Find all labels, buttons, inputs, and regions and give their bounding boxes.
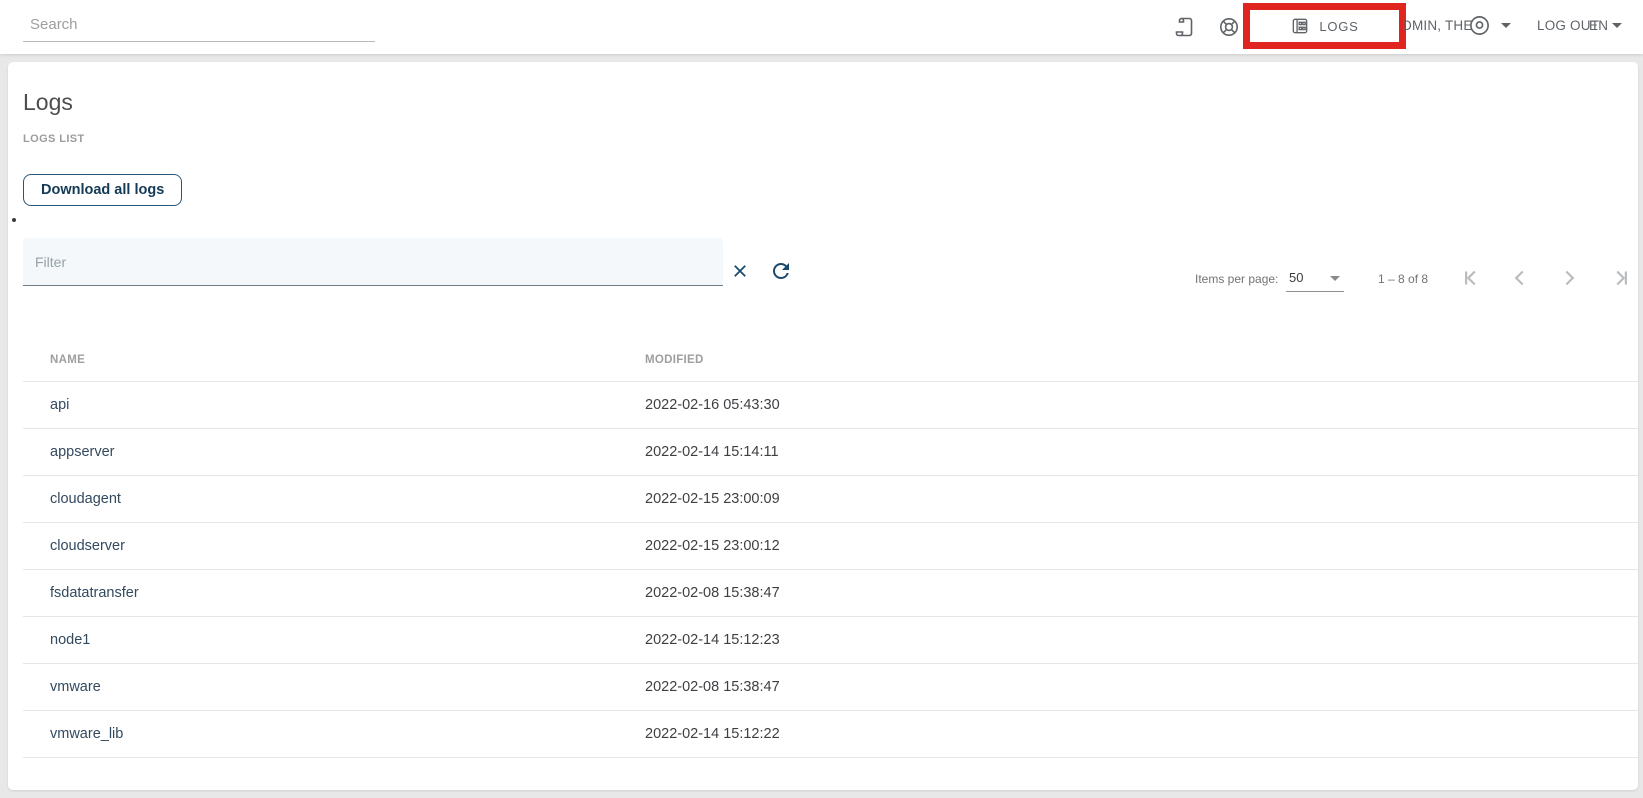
table-row[interactable]: fsdatatransfer 2022-02-08 15:38:47 bbox=[8, 570, 1638, 617]
log-modified-value: 2022-02-15 23:00:12 bbox=[645, 538, 780, 554]
table-row[interactable]: node1 2022-02-14 15:12:23 bbox=[8, 617, 1638, 664]
previous-page-icon[interactable] bbox=[1507, 265, 1533, 291]
newspaper-logs-icon bbox=[1290, 16, 1310, 36]
column-header-name: NAME bbox=[50, 354, 86, 366]
page-title: Logs bbox=[23, 89, 73, 115]
table-row[interactable]: cloudagent 2022-02-15 23:00:09 bbox=[8, 476, 1638, 523]
clear-filter-icon[interactable] bbox=[731, 262, 749, 280]
logs-table-header: NAME MODIFIED bbox=[8, 332, 1638, 382]
user-menu-label[interactable]: DMIN, THE bbox=[1402, 18, 1473, 33]
scroll-log-icon[interactable] bbox=[1173, 15, 1197, 39]
page-size-caret-icon[interactable] bbox=[1330, 276, 1340, 281]
page-size-underline bbox=[1286, 291, 1344, 292]
log-modified-value: 2022-02-16 05:43:30 bbox=[645, 397, 780, 413]
page-range-label: 1 – 8 of 8 bbox=[1378, 272, 1429, 286]
log-name-link[interactable]: api bbox=[50, 397, 69, 413]
table-row[interactable]: vmware_lib 2022-02-14 15:12:22 bbox=[8, 711, 1638, 758]
log-name-link[interactable]: cloudserver bbox=[50, 538, 125, 554]
language-caret-icon[interactable] bbox=[1612, 23, 1622, 28]
log-modified-value: 2022-02-14 15:12:22 bbox=[645, 726, 780, 742]
logs-table: NAME MODIFIED api 2022-02-16 05:43:30 ap… bbox=[8, 332, 1638, 758]
log-modified-value: 2022-02-15 23:00:09 bbox=[645, 491, 780, 507]
global-search bbox=[23, 10, 375, 42]
log-name-link[interactable]: node1 bbox=[50, 632, 90, 648]
log-name-link[interactable]: cloudagent bbox=[50, 491, 121, 507]
logs-table-body: api 2022-02-16 05:43:30 appserver 2022-0… bbox=[8, 382, 1638, 758]
log-modified-value: 2022-02-14 15:14:11 bbox=[645, 444, 779, 460]
filter-input[interactable] bbox=[23, 238, 723, 286]
account-avatar-icon[interactable] bbox=[1468, 14, 1491, 37]
logs-list-section-label: LOGS LIST bbox=[23, 133, 85, 145]
download-all-logs-button[interactable]: Download all logs bbox=[23, 174, 183, 206]
logs-nav-label: LOGS bbox=[1319, 18, 1359, 34]
logs-nav-button-highlighted[interactable]: LOGS bbox=[1243, 3, 1406, 49]
column-header-modified: MODIFIED bbox=[645, 354, 704, 366]
user-menu-caret-icon[interactable] bbox=[1501, 23, 1511, 28]
search-input[interactable] bbox=[23, 10, 375, 42]
log-modified-value: 2022-02-14 15:12:23 bbox=[645, 632, 780, 648]
table-row[interactable]: vmware 2022-02-08 15:38:47 bbox=[8, 664, 1638, 711]
items-per-page-label: Items per page: bbox=[1195, 272, 1279, 286]
log-name-link[interactable]: vmware_lib bbox=[50, 726, 123, 742]
top-header-bar: LOGS DMIN, THE LOG OUT EN bbox=[0, 0, 1643, 54]
table-row[interactable]: cloudserver 2022-02-15 23:00:12 bbox=[8, 523, 1638, 570]
refresh-icon[interactable] bbox=[769, 259, 793, 283]
table-row[interactable]: appserver 2022-02-14 15:14:11 bbox=[8, 429, 1638, 476]
last-page-icon[interactable] bbox=[1608, 265, 1634, 291]
first-page-icon[interactable] bbox=[1458, 265, 1484, 291]
table-row[interactable]: api 2022-02-16 05:43:30 bbox=[8, 382, 1638, 429]
next-page-icon[interactable] bbox=[1556, 265, 1582, 291]
log-name-link[interactable]: appserver bbox=[50, 444, 114, 460]
language-selector[interactable]: EN bbox=[1589, 18, 1608, 33]
log-modified-value: 2022-02-08 15:38:47 bbox=[645, 585, 780, 601]
stray-dot-mark bbox=[12, 218, 16, 222]
logs-page-card: Logs LOGS LIST Download all logs Items p… bbox=[8, 62, 1638, 790]
page-size-select[interactable]: 50 bbox=[1289, 270, 1303, 285]
log-modified-value: 2022-02-08 15:38:47 bbox=[645, 679, 780, 695]
log-name-link[interactable]: fsdatatransfer bbox=[50, 585, 139, 601]
log-name-link[interactable]: vmware bbox=[50, 679, 101, 695]
lifebuoy-help-icon[interactable] bbox=[1217, 15, 1241, 39]
